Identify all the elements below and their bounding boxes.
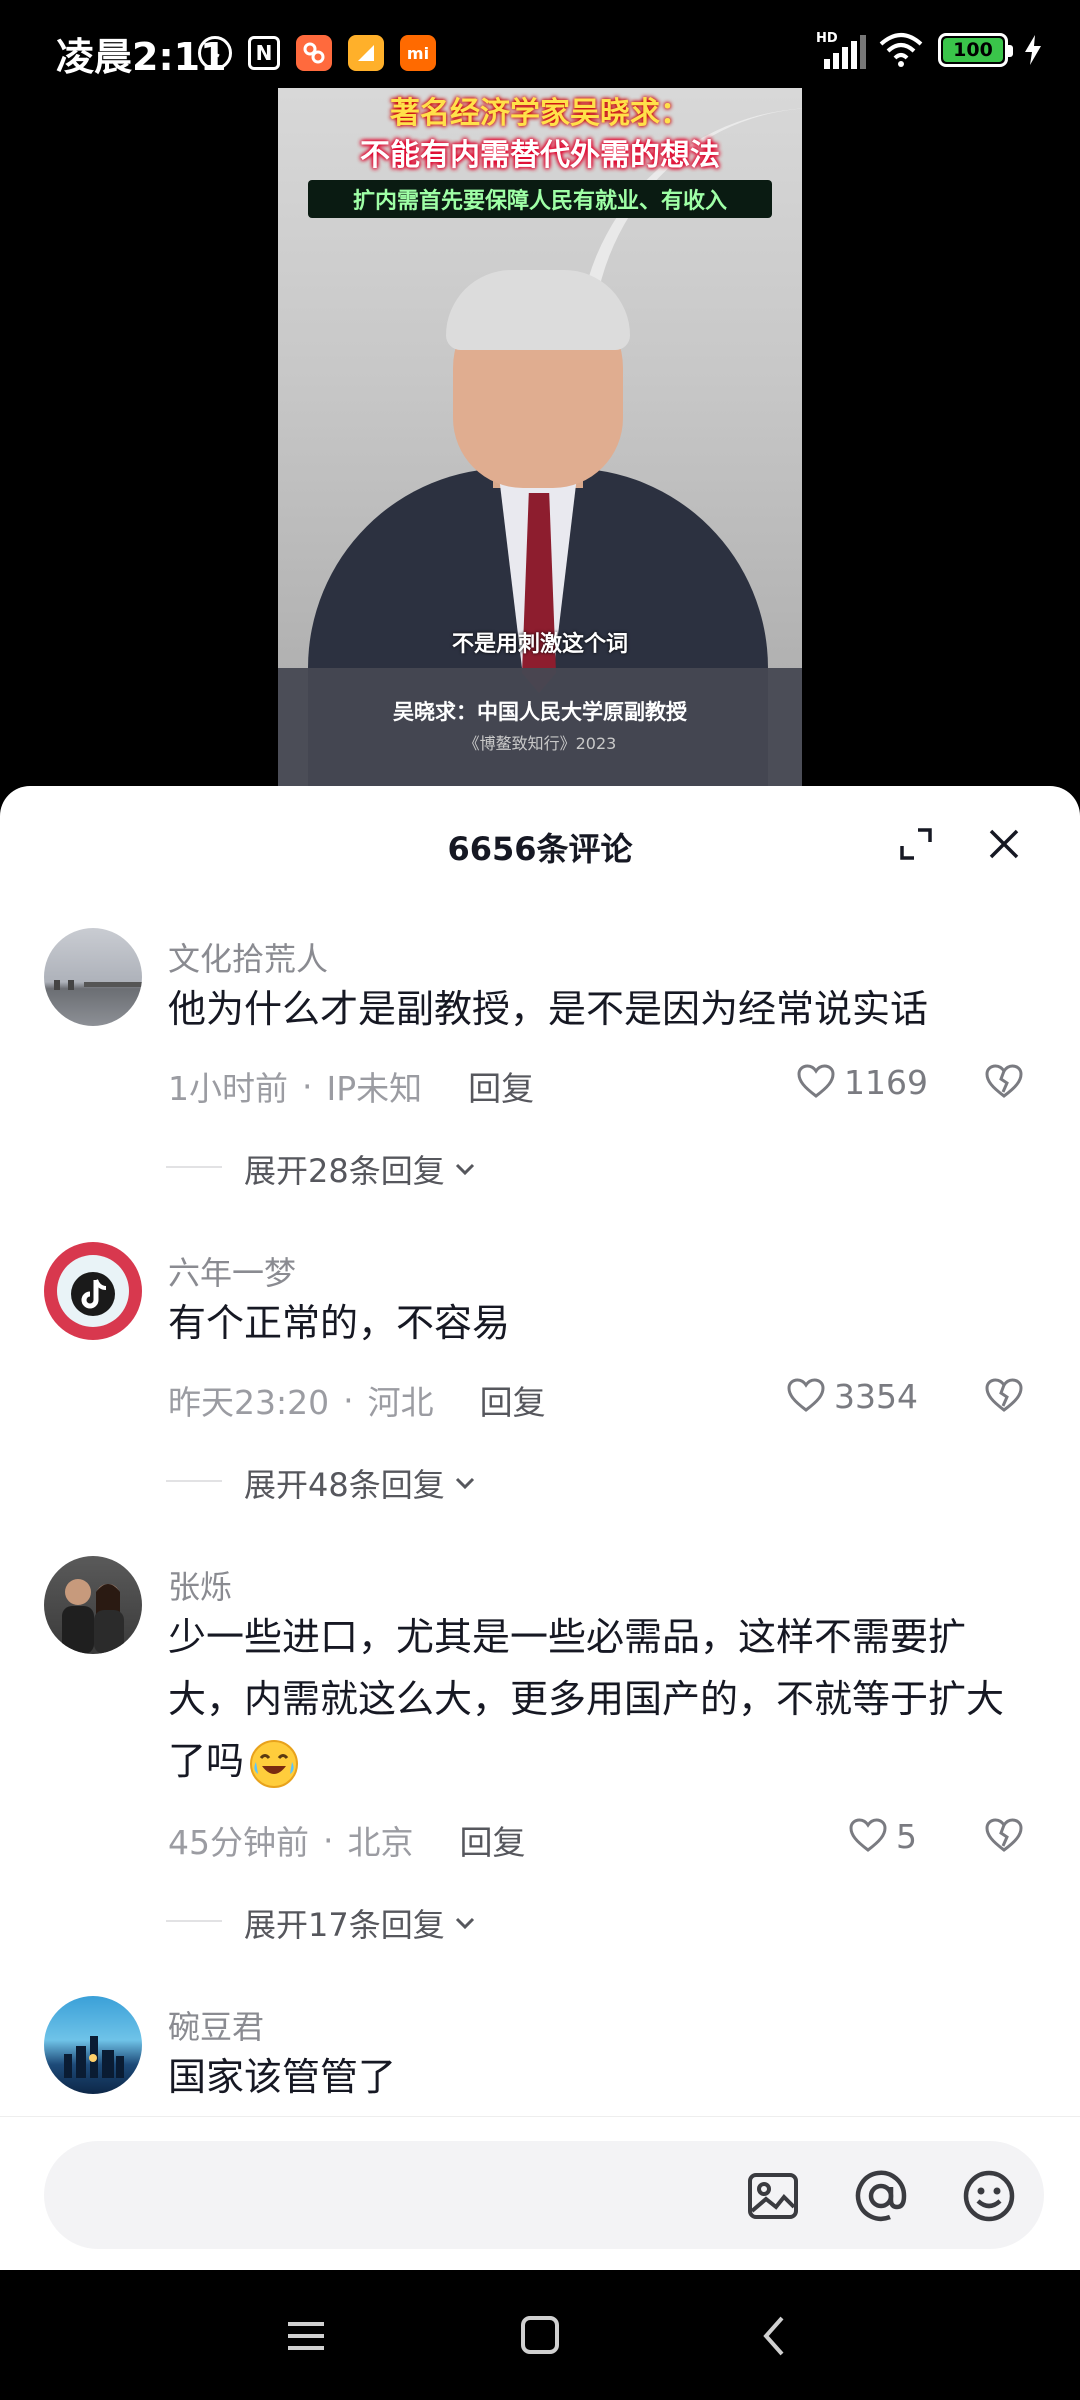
image-icon[interactable] — [744, 2167, 802, 2225]
comment-meta: 昨天23:20 · 河北 回复 — [168, 1376, 546, 1424]
laughing-emoji-icon — [250, 1739, 299, 1788]
video-caption-bar: 吴晓求：中国人民大学原副教授 《博鳌致知行》2023 — [278, 668, 802, 788]
battery-icon: 100 — [938, 33, 1013, 67]
home-icon[interactable] — [510, 2308, 570, 2364]
comment-input-bar — [0, 2116, 1080, 2270]
dislike-icon[interactable] — [984, 1062, 1024, 1102]
comment-text[interactable]: 有个正常的，不容易 — [168, 1292, 1038, 1354]
expand-replies-label: 展开28条回复 — [244, 1152, 445, 1190]
like-button[interactable]: 1169 — [796, 1062, 928, 1102]
app-icon-yellow — [348, 35, 384, 71]
dislike-icon[interactable] — [984, 1376, 1024, 1416]
video-speaker-caption: 吴晓求：中国人民大学原副教授 — [393, 700, 687, 724]
video-player[interactable]: 著名经济学家吴晓求： 不能有内需替代外需的想法 扩内需首先要保障人民有就业、有收… — [0, 88, 1080, 788]
close-icon[interactable] — [982, 822, 1026, 866]
comment-time: 昨天23:20 — [168, 1383, 330, 1422]
expand-replies-button[interactable]: 展开48条回复 — [166, 1460, 479, 1506]
video-subtitle: 不是用刺激这个词 — [451, 632, 628, 657]
reply-button[interactable]: 回复 — [460, 1816, 526, 1864]
comments-sheet: 6656条评论 文化拾荒人 他为什么才是副教授，是不是因为经常说实话 1小时前 … — [0, 786, 1080, 2270]
chevron-down-icon — [455, 1477, 474, 1490]
video-frame[interactable]: 著名经济学家吴晓求： 不能有内需替代外需的想法 扩内需首先要保障人民有就业、有收… — [278, 88, 802, 788]
avatar[interactable] — [44, 1556, 142, 1654]
video-title-line2: 不能有内需替代外需的想法 — [360, 138, 720, 173]
comment-location: 北京 — [347, 1823, 414, 1862]
expand-replies-label: 展开17条回复 — [244, 1906, 445, 1944]
heart-icon — [787, 1378, 825, 1412]
like-button[interactable]: 3354 — [786, 1376, 918, 1416]
nfc-icon: N — [248, 36, 280, 70]
expand-replies-label: 展开48条回复 — [244, 1466, 445, 1504]
comment-username[interactable]: 文化拾荒人 — [168, 934, 328, 980]
reply-button[interactable]: 回复 — [480, 1376, 546, 1424]
wifi-icon — [879, 33, 923, 67]
comment-location: 河北 — [367, 1383, 434, 1422]
mi-icon: mi — [400, 35, 436, 71]
like-button[interactable]: 5 — [848, 1816, 917, 1856]
comment-input[interactable] — [84, 2171, 724, 2219]
comment-username[interactable]: 碗豆君 — [168, 2002, 264, 2048]
charging-icon — [1025, 35, 1041, 65]
avatar[interactable] — [44, 1996, 142, 2094]
alarm-icon — [198, 36, 232, 70]
chevron-down-icon — [455, 1917, 474, 1930]
at-mention-icon[interactable] — [852, 2167, 910, 2225]
system-navigation-bar — [0, 2270, 1080, 2400]
like-count: 1169 — [844, 1062, 928, 1102]
chevron-down-icon — [455, 1163, 474, 1176]
signal-icon: HD — [816, 31, 866, 69]
dislike-icon[interactable] — [984, 1816, 1024, 1856]
comment-text[interactable]: 国家该管管了 — [168, 2046, 1038, 2108]
menu-icon[interactable] — [276, 2308, 336, 2364]
heart-icon — [849, 1818, 887, 1852]
comment-time: 1小时前 — [168, 1069, 288, 1108]
like-count: 3354 — [834, 1376, 918, 1416]
notification-icons: N mi — [198, 34, 436, 72]
comment-text[interactable]: 少一些进口，尤其是一些必需品，这样不需要扩大，内需就这么大，更多用国产的，不就等… — [168, 1606, 1038, 1792]
comment-username[interactable]: 张烁 — [168, 1562, 232, 1608]
like-count: 5 — [896, 1816, 917, 1856]
video-title-line3: 扩内需首先要保障人民有就业、有收入 — [308, 180, 772, 218]
expand-icon[interactable] — [894, 822, 938, 866]
comment-meta: 45分钟前 · 北京 回复 — [168, 1816, 526, 1864]
comment-text[interactable]: 他为什么才是副教授，是不是因为经常说实话 — [168, 978, 1038, 1040]
avatar[interactable] — [44, 928, 142, 1026]
app-icon-orange — [296, 35, 332, 71]
avatar[interactable] — [44, 1242, 142, 1340]
video-source-caption: 《博鳌致知行》2023 — [463, 734, 617, 753]
emoji-icon[interactable] — [960, 2167, 1018, 2225]
comment-input-container[interactable] — [44, 2141, 1044, 2249]
reply-button[interactable]: 回复 — [468, 1062, 534, 1110]
expand-replies-button[interactable]: 展开28条回复 — [166, 1146, 479, 1192]
comment-meta: 1小时前 · IP未知 回复 — [168, 1062, 534, 1110]
battery-level: 100 — [943, 38, 1003, 62]
comment-time: 45分钟前 — [168, 1823, 309, 1862]
heart-icon — [797, 1064, 835, 1098]
status-bar: 凌晨2:11 N mi HD 100 — [0, 0, 1080, 88]
comments-header: 6656条评论 — [0, 786, 1080, 906]
video-title-line1: 著名经济学家吴晓求： — [390, 96, 690, 131]
system-indicators: HD 100 — [816, 30, 1044, 70]
expand-replies-button[interactable]: 展开17条回复 — [166, 1900, 479, 1946]
comment-username[interactable]: 六年一梦 — [168, 1248, 296, 1294]
back-icon[interactable] — [744, 2308, 804, 2364]
comment-location: IP未知 — [326, 1069, 423, 1108]
